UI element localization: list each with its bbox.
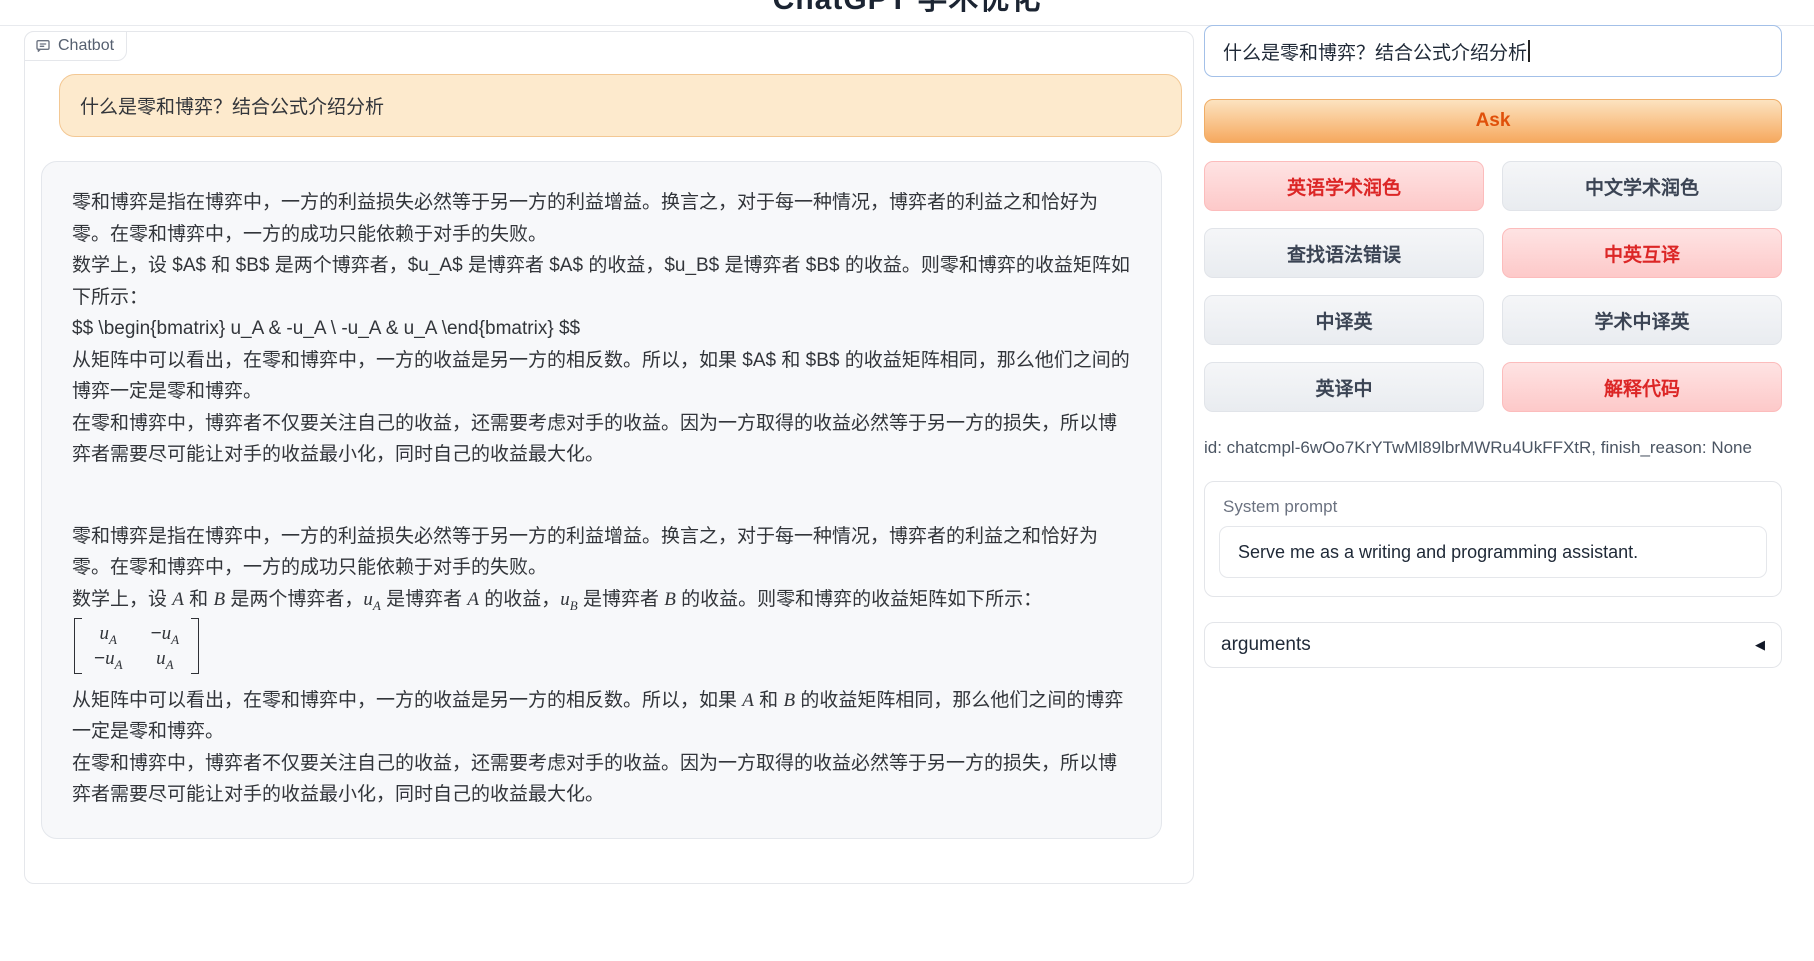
chat-bubble-icon [35,38,51,54]
bot-raw-paragraph-5: 在零和博弈中，博弈者不仅要关注自己的收益，还需要考虑对手的收益。因为一方取得的收… [72,408,1131,471]
matrix-left-bracket [74,618,82,674]
zh-to-en-button[interactable]: 中译英 [1204,295,1484,345]
bot-raw-paragraph-1: 零和博弈是指在博弈中，一方的利益损失必然等于另一方的利益增益。换言之，对于每一种… [72,187,1131,250]
question-input-value: 什么是零和博弈？结合公式介绍分析 [1223,38,1527,65]
ask-button[interactable]: Ask [1204,99,1782,143]
english-academic-polish-button[interactable]: 英语学术润色 [1204,161,1484,211]
bot-rendered-paragraph-1: 零和博弈是指在博弈中，一方的利益损失必然等于另一方的利益增益。换言之，对于每一种… [72,521,1131,584]
quick-buttons-grid: 英语学术润色中文学术润色查找语法错误中英互译中译英学术中译英英译中解释代码 [1204,161,1782,412]
text-caret [1528,40,1530,62]
chatbot-label-text: Chatbot [58,37,114,55]
page: ChatGPT 学术优化 Chatbot 什么是零和博弈？结合公式介绍分析 零和… [0,0,1814,961]
arguments-accordion[interactable]: arguments ◀ [1204,622,1782,668]
bot-rendered-paragraph-2: 数学上，设 A 和 B 是两个博弈者，uA 是博弈者 A 的收益，uB 是博弈者… [72,584,1131,616]
chatbot-label: Chatbot [24,31,127,61]
chatbot-panel: Chatbot 什么是零和博弈？结合公式介绍分析 零和博弈是指在博弈中，一方的利… [24,31,1194,884]
accordion-collapse-icon: ◀ [1755,637,1765,653]
chinese-academic-polish-button[interactable]: 中文学术润色 [1502,161,1782,211]
bot-raw-paragraph-2: 数学上，设 $A$ 和 $B$ 是两个博弈者，$u_A$ 是博弈者 $A$ 的收… [72,250,1131,313]
bot-message-bubble: 零和博弈是指在博弈中，一方的利益损失必然等于另一方的利益增益。换言之，对于每一种… [41,161,1162,839]
en-to-zh-button[interactable]: 英译中 [1204,362,1484,412]
page-title: ChatGPT 学术优化 [0,0,1814,18]
bot-rendered-paragraph-4: 从矩阵中可以看出，在零和博弈中，一方的收益是另一方的相反数。所以，如果 A 和 … [72,685,1131,748]
system-prompt-value: Serve me as a writing and programming as… [1238,542,1638,563]
status-line: id: chatcmpl-6wOo7KrYTwMl89lbrMWRu4UkFFX… [1204,438,1782,458]
matrix-right-bracket [191,618,199,674]
answer-gap [72,471,1131,521]
control-column: 什么是零和博弈？结合公式介绍分析 Ask 英语学术润色中文学术润色查找语法错误中… [1204,25,1782,77]
find-grammar-errors-button[interactable]: 查找语法错误 [1204,228,1484,278]
user-message-bubble: 什么是零和博弈？结合公式介绍分析 [59,74,1182,137]
bot-raw-paragraph-4: 从矩阵中可以看出，在零和博弈中，一方的收益是另一方的相反数。所以，如果 $A$ … [72,345,1131,408]
system-prompt-card: System prompt Serve me as a writing and … [1204,481,1782,597]
bot-rendered-paragraph-5: 在零和博弈中，博弈者不仅要关注自己的收益，还需要考虑对手的收益。因为一方取得的收… [72,748,1131,811]
arguments-accordion-label: arguments [1221,634,1311,656]
system-prompt-label: System prompt [1223,497,1767,517]
payoff-matrix: uA−uA−uAuA [74,618,199,674]
academic-zh-to-en-button[interactable]: 学术中译英 [1502,295,1782,345]
matrix-cells: uA−uA−uAuA [82,618,191,674]
explain-code-button[interactable]: 解释代码 [1502,362,1782,412]
question-input[interactable]: 什么是零和博弈？结合公式介绍分析 [1204,25,1782,77]
user-message-text: 什么是零和博弈？结合公式介绍分析 [80,92,384,119]
system-prompt-input[interactable]: Serve me as a writing and programming as… [1219,526,1767,578]
zh-en-mutual-translation-button[interactable]: 中英互译 [1502,228,1782,278]
bot-raw-latex-formula: $$ \begin{bmatrix} u_A & -u_A \ -u_A & u… [72,313,1131,345]
